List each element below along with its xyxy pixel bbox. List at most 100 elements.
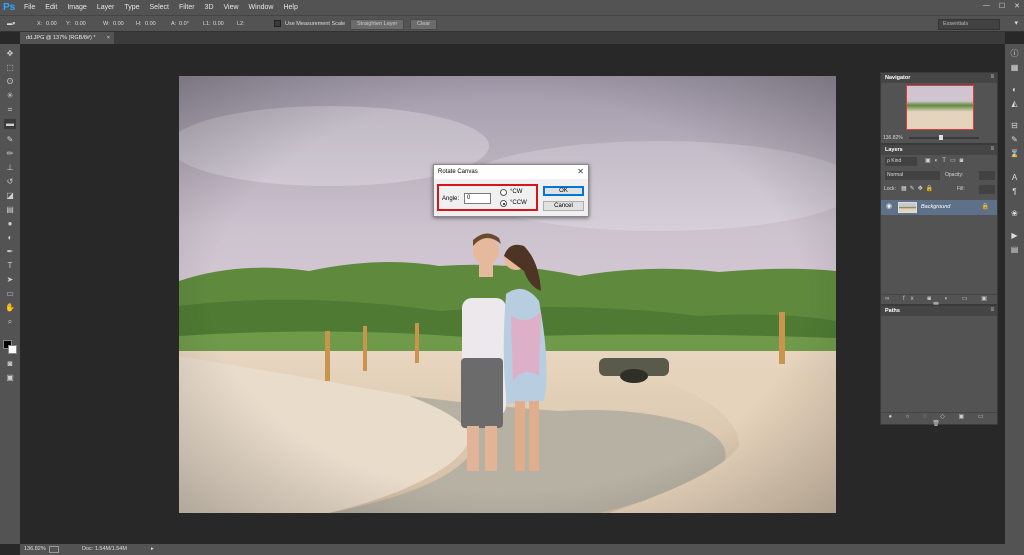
panel-icon-dock: ⓘ ▦ ◐ ◭ ⊟ ✎ ⌛ A ¶ ❀ ▶ ▤ (1005, 44, 1024, 555)
layer-row-background[interactable]: ◉ Background 🔒 (881, 200, 997, 215)
share-icon[interactable] (49, 546, 59, 553)
menu-bar: Ps File Edit Image Layer Type Select Fil… (0, 0, 1024, 15)
ruler-tool-icon[interactable]: ▬ (4, 119, 16, 129)
gradient-tool-icon[interactable]: ▤ (4, 205, 16, 215)
a-value: 0.0° (179, 21, 189, 27)
dialog-close-icon[interactable]: ✕ (577, 167, 584, 177)
straighten-layer-button[interactable]: Straighten Layer (350, 19, 405, 30)
clone-stamp-tool-icon[interactable]: ⊥ (4, 163, 16, 173)
type-tool-icon[interactable]: T (4, 261, 16, 271)
zoom-tool-icon[interactable]: ⌕ (4, 317, 16, 327)
ccw-label: °CCW (510, 200, 527, 206)
navigator-slider-handle[interactable] (939, 135, 943, 140)
layer-filter-icons[interactable]: ▣◐T▭◙ (925, 157, 967, 164)
menu-layer[interactable]: Layer (92, 0, 120, 15)
ccw-radio[interactable] (500, 200, 507, 207)
opacity-input[interactable] (979, 171, 995, 180)
history-icon[interactable]: ⌛ (1009, 148, 1020, 159)
navigator-zoom-slider[interactable] (909, 137, 979, 139)
status-menu-icon[interactable]: ▸ (151, 544, 154, 555)
rectangle-tool-icon[interactable]: ▭ (4, 289, 16, 299)
beach-couple-photo[interactable] (179, 76, 836, 513)
styles-icon[interactable]: ❀ (1009, 208, 1020, 219)
timeline-icon[interactable]: ▤ (1009, 244, 1020, 255)
minimize-button[interactable]: — (983, 2, 990, 10)
fill-input[interactable] (979, 185, 995, 194)
measurement-scale-checkbox[interactable] (274, 20, 281, 27)
paths-title[interactable]: Paths (881, 306, 997, 316)
layer-visibility-eye-icon[interactable]: ◉ (886, 202, 892, 210)
document-tab[interactable]: dd.JPG @ 137% (RGB/8#) * × (20, 32, 114, 44)
move-tool-icon[interactable]: ✥ (4, 49, 16, 59)
zoom-level[interactable]: 136.82% (24, 544, 46, 555)
dodge-tool-icon[interactable]: ◐ (4, 233, 16, 243)
blur-tool-icon[interactable]: ● (4, 219, 16, 229)
menu-select[interactable]: Select (145, 0, 174, 15)
layers-footer-icons[interactable]: ∞ fx ◙ ◐ ▭ ▣ 🗑 (881, 294, 997, 309)
brush-tool-icon[interactable]: ✏ (4, 149, 16, 159)
opacity-label: Opacity: (945, 172, 964, 178)
menu-window[interactable]: Window (244, 0, 279, 15)
lock-icons[interactable]: ▦✎✥🔒 (901, 185, 936, 192)
history-brush-tool-icon[interactable]: ↺ (4, 177, 16, 187)
adjustments-icon[interactable]: ◭ (1009, 98, 1020, 109)
menu-filter[interactable]: Filter (174, 0, 200, 15)
layers-menu-icon[interactable]: ≡ (990, 146, 994, 152)
close-button[interactable]: ✕ (1014, 2, 1020, 10)
workspace-dropdown-icon[interactable]: ▾ (1014, 19, 1018, 27)
blend-mode-select[interactable]: Normal (885, 171, 940, 180)
menu-help[interactable]: Help (278, 0, 302, 15)
healing-brush-tool-icon[interactable]: ✎ (4, 135, 16, 145)
color-icon[interactable]: ◐ (1009, 84, 1020, 95)
ok-button[interactable]: OK (543, 186, 584, 196)
menu-image[interactable]: Image (62, 0, 91, 15)
layers-title[interactable]: Layers (881, 145, 997, 155)
w-label: W: (103, 21, 110, 27)
eraser-tool-icon[interactable]: ◪ (4, 191, 16, 201)
lock-label: Lock: (884, 186, 896, 192)
screen-mode-icon[interactable]: ▣ (4, 373, 16, 383)
hand-tool-icon[interactable]: ✋ (4, 303, 16, 313)
angle-input[interactable]: 0 (464, 193, 491, 204)
properties-icon[interactable]: ⊟ (1009, 120, 1020, 131)
doc-size: Doc: 1.54M/1.54M (82, 546, 127, 552)
navigator-thumbnail[interactable] (906, 85, 974, 130)
magic-wand-tool-icon[interactable]: ✳ (4, 91, 16, 101)
character-icon[interactable]: A (1009, 172, 1020, 183)
clear-button[interactable]: Clear (410, 19, 438, 30)
path-selection-tool-icon[interactable]: ➤ (4, 275, 16, 285)
marquee-tool-icon[interactable]: ⬚ (4, 63, 16, 73)
paths-footer-icons[interactable]: ● ○ ◌ ◇ ▣ ▭ 🗑 (881, 412, 997, 427)
layer-kind-filter[interactable]: ρ Kind (885, 157, 917, 166)
cw-label: °CW (510, 189, 523, 195)
document-tab-close-icon[interactable]: × (107, 32, 110, 44)
cancel-button[interactable]: Cancel (543, 201, 584, 211)
layer-name[interactable]: Background (921, 204, 950, 210)
paragraph-icon[interactable]: ¶ (1009, 186, 1020, 197)
dialog-title: Rotate Canvas (434, 165, 588, 179)
quick-mask-icon[interactable]: ◙ (4, 359, 16, 369)
paths-menu-icon[interactable]: ≡ (990, 307, 994, 313)
menu-file[interactable]: File (19, 0, 40, 15)
crop-tool-icon[interactable]: ⌗ (4, 105, 16, 115)
navigator-title[interactable]: Navigator (881, 73, 997, 83)
layers-panel: Layers ≡ ρ Kind ▣◐T▭◙ Normal Opacity: Lo… (880, 144, 998, 309)
swatches-icon[interactable]: ▦ (1009, 62, 1020, 73)
navigator-menu-icon[interactable]: ≡ (990, 74, 994, 80)
ruler-tool-icon[interactable]: ▬▾ (7, 21, 15, 27)
menu-edit[interactable]: Edit (40, 0, 62, 15)
cw-radio[interactable] (500, 189, 507, 196)
info-icon[interactable]: ⓘ (1009, 48, 1020, 59)
background-color-swatch[interactable] (8, 345, 17, 354)
menu-type[interactable]: Type (119, 0, 144, 15)
menu-view[interactable]: View (219, 0, 244, 15)
menu-3d[interactable]: 3D (200, 0, 219, 15)
navigator-panel: Navigator ≡ 136.82% (880, 72, 998, 144)
lasso-tool-icon[interactable]: ʘ (4, 77, 16, 87)
document-tab-bar: dd.JPG @ 137% (RGB/8#) * × (20, 32, 1005, 44)
pen-tool-icon[interactable]: ✒ (4, 247, 16, 257)
maximize-button[interactable]: ☐ (999, 2, 1005, 10)
brush-presets-icon[interactable]: ✎ (1009, 134, 1020, 145)
actions-icon[interactable]: ▶ (1009, 230, 1020, 241)
workspace-select[interactable]: Essentials (938, 19, 1000, 30)
